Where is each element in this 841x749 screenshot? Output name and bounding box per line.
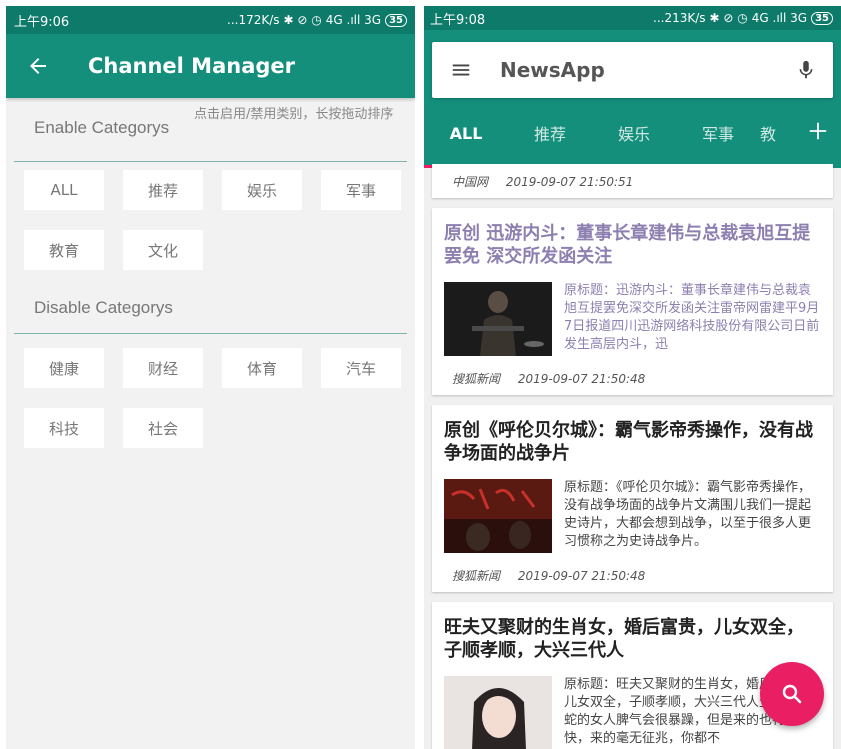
- enable-section-header: Enable Categorys 点击启用/禁用类别，长按拖动排序: [14, 98, 407, 162]
- status-icons: ✱ ⊘ ◷: [283, 13, 322, 27]
- news-thumbnail: [444, 282, 552, 356]
- category-chip[interactable]: 汽车: [321, 348, 401, 388]
- enable-section-title: Enable Categorys: [34, 118, 170, 137]
- news-snippet: 原标题：迅游内斗：董事长章建伟与总裁袁旭互提罢免深交所发函关注雷帝网雷建平9月7…: [564, 283, 820, 352]
- news-snippet: 原标题：《呼伦贝尔城》：霸气影帝秀操作，没有战争场面的战争片文满围儿我们一提起史…: [564, 480, 812, 549]
- menu-icon[interactable]: [450, 59, 472, 81]
- back-arrow-icon[interactable]: [26, 54, 50, 78]
- status-network: 4G .ıll 3G: [325, 13, 382, 27]
- search-fab[interactable]: [760, 662, 824, 726]
- tab-education[interactable]: 教: [760, 121, 790, 145]
- news-title: 原创 迅游内斗：董事长章建伟与总裁袁旭互提罢免 深交所发函关注: [444, 223, 811, 267]
- news-source: 搜狐新闻: [452, 569, 501, 583]
- status-time: 上午9:08: [430, 12, 486, 28]
- disable-section-header: Disable Categorys: [14, 290, 407, 334]
- status-bar: 上午9:08 ...213K/s ✱ ⊘ ◷ 4G .ıll 3G 35: [424, 6, 841, 30]
- app-bar: Channel Manager: [6, 34, 415, 98]
- news-thumbnail: [444, 479, 552, 553]
- status-time: 上午9:06: [14, 14, 70, 30]
- tab-recommend[interactable]: 推荐: [508, 121, 592, 145]
- news-time: 2019-09-07 21:50:48: [517, 569, 646, 583]
- news-source: 搜狐新闻: [452, 372, 501, 386]
- news-list[interactable]: 中国网 2019-09-07 21:50:51 原创 迅游内斗：董事长章建伟与总…: [424, 164, 841, 749]
- category-chip[interactable]: 科技: [24, 408, 104, 448]
- status-speed: ...213K/s: [653, 11, 706, 25]
- disable-section-title: Disable Categorys: [34, 298, 173, 317]
- sort-hint: 点击启用/禁用类别，长按拖动排序: [194, 107, 394, 122]
- category-chip[interactable]: 军事: [321, 170, 401, 210]
- news-thumbnail: [444, 676, 552, 749]
- tab-all[interactable]: ALL: [424, 124, 508, 143]
- news-card[interactable]: 原创 迅游内斗：董事长章建伟与总裁袁旭互提罢免 深交所发函关注 原标题：迅游内斗…: [432, 208, 833, 395]
- category-chip[interactable]: 体育: [222, 348, 302, 388]
- app-name: NewsApp: [500, 58, 605, 82]
- news-title: 旺夫又聚财的生肖女，婚后富贵，儿女双全，子顺孝顺，大兴三代人: [444, 617, 804, 661]
- status-speed: ...172K/s: [227, 13, 280, 27]
- category-chip[interactable]: 健康: [24, 348, 104, 388]
- news-source: 中国网: [452, 174, 489, 189]
- mic-icon[interactable]: [795, 59, 817, 81]
- status-icons: ✱ ⊘ ◷: [709, 11, 748, 25]
- tab-military[interactable]: 军事: [676, 121, 760, 145]
- search-icon: [782, 684, 802, 704]
- news-feed-screen: 上午9:08 ...213K/s ✱ ⊘ ◷ 4G .ıll 3G 35 New…: [424, 6, 841, 749]
- battery-icon: 35: [385, 13, 407, 27]
- page-title: Channel Manager: [88, 54, 296, 78]
- category-chip[interactable]: 社会: [123, 408, 203, 448]
- status-bar: 上午9:06 ...172K/s ✱ ⊘ ◷ 4G .ıll 3G 35: [6, 6, 415, 34]
- tab-entertainment[interactable]: 娱乐: [592, 121, 676, 145]
- status-network: 4G .ıll 3G: [751, 11, 808, 25]
- category-chip[interactable]: 教育: [24, 230, 104, 270]
- news-time: 2019-09-07 21:50:48: [517, 372, 646, 386]
- disabled-categories: 健康 财经 体育 汽车 科技 社会: [6, 334, 415, 468]
- battery-icon: 35: [811, 11, 833, 25]
- category-chip[interactable]: 娱乐: [222, 170, 302, 210]
- category-chip[interactable]: 文化: [123, 230, 203, 270]
- news-card-partial[interactable]: 中国网 2019-09-07 21:50:51: [432, 164, 833, 198]
- news-time: 2019-09-07 21:50:51: [505, 174, 634, 189]
- category-chip[interactable]: ALL: [24, 170, 104, 210]
- news-card[interactable]: 原创《呼伦贝尔城》：霸气影帝秀操作，没有战争场面的战争片 原标题：《呼伦贝尔城》…: [432, 405, 833, 592]
- search-bar[interactable]: NewsApp: [432, 42, 833, 98]
- add-category-icon[interactable]: [807, 120, 829, 142]
- app-header: NewsApp ALL 推荐 娱乐 军事 教: [424, 30, 841, 168]
- channel-manager-screen: 上午9:06 ...172K/s ✱ ⊘ ◷ 4G .ıll 3G 35 Cha…: [6, 6, 415, 749]
- news-title: 原创《呼伦贝尔城》：霸气影帝秀操作，没有战争场面的战争片: [444, 420, 813, 464]
- category-chip[interactable]: 财经: [123, 348, 203, 388]
- category-tabs: ALL 推荐 娱乐 军事 教: [424, 98, 841, 168]
- category-chip[interactable]: 推荐: [123, 170, 203, 210]
- enabled-categories: ALL 推荐 娱乐 军事 教育 文化: [6, 162, 415, 290]
